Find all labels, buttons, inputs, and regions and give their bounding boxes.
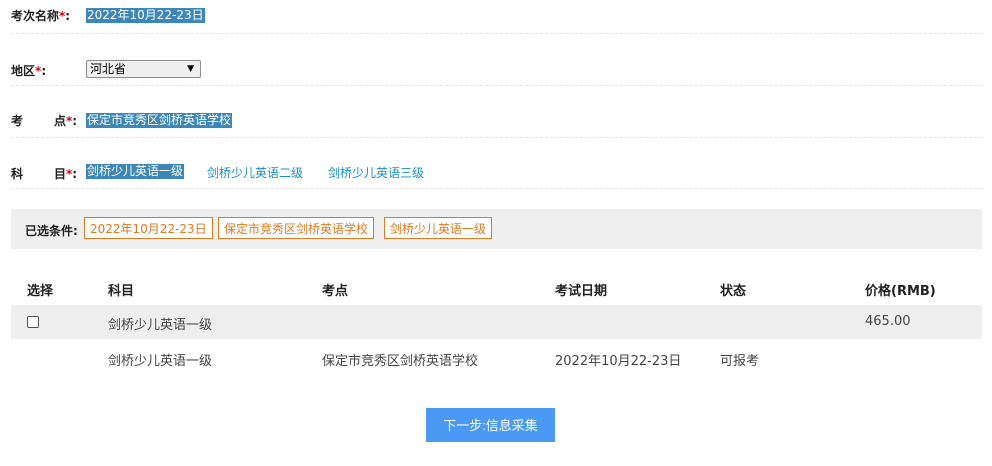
chevron-down-icon: ▼ bbox=[187, 64, 194, 74]
subject-option-3[interactable]: 剑桥少儿英语三级 bbox=[328, 164, 424, 181]
subject-option-2[interactable]: 剑桥少儿英语二级 bbox=[207, 164, 303, 181]
row-site: 保定市竞秀区剑桥英语学校 bbox=[322, 354, 479, 369]
region-label-b: 区 bbox=[23, 64, 36, 78]
row-subject: 剑桥少儿英语一级 bbox=[108, 354, 213, 369]
next-step-button[interactable]: 下一步:信息采集 bbox=[426, 408, 555, 442]
col-header-price: 价格(RMB) bbox=[865, 284, 936, 299]
subject-row: 科目*: bbox=[11, 137, 982, 189]
selected-conditions-label: 已选条件: bbox=[25, 224, 78, 238]
site-label: 考点*: bbox=[11, 112, 81, 129]
subject-label-b: 目 bbox=[54, 167, 67, 181]
row-status: 可报考 bbox=[720, 354, 760, 369]
selected-conditions-bar: 已选条件: 2022年10月22-23日 保定市竞秀区剑桥英语学校 剑桥少儿英语… bbox=[11, 209, 982, 249]
col-header-date: 考试日期 bbox=[555, 284, 608, 299]
group-row-subject: 剑桥少儿英语一级 bbox=[108, 318, 213, 333]
row-date: 2022年10月22-23日 bbox=[555, 354, 682, 369]
condition-tag-date[interactable]: 2022年10月22-23日 bbox=[84, 217, 213, 239]
condition-tag-site[interactable]: 保定市竞秀区剑桥英语学校 bbox=[218, 217, 375, 239]
subject-label: 科目*: bbox=[11, 165, 81, 182]
region-label-a: 地 bbox=[11, 64, 24, 78]
subject-label-a: 科 bbox=[11, 167, 24, 181]
exam-name-label: 考次名称*: bbox=[11, 7, 81, 24]
label-colon: : bbox=[65, 9, 71, 23]
col-header-select: 选择 bbox=[27, 284, 54, 299]
site-label-b: 点 bbox=[54, 114, 67, 128]
group-row-price: 465.00 bbox=[865, 314, 911, 329]
label-colon: : bbox=[72, 167, 78, 181]
region-label: 地区*: bbox=[11, 62, 81, 79]
label-colon: : bbox=[72, 114, 78, 128]
site-label-a: 考 bbox=[11, 114, 24, 128]
exam-name-value[interactable]: 2022年10月22-23日 bbox=[86, 8, 205, 23]
exam-name-label-text: 考次名称 bbox=[11, 9, 60, 23]
site-value[interactable]: 保定市竞秀区剑桥英语学校 bbox=[86, 113, 233, 128]
site-row: 考点*: bbox=[11, 85, 982, 138]
col-header-subject: 科目 bbox=[108, 284, 135, 299]
region-select[interactable]: 河北省 ▼ bbox=[86, 60, 201, 78]
col-header-site: 考点 bbox=[322, 284, 349, 299]
label-colon: : bbox=[41, 64, 47, 78]
condition-tag-subject[interactable]: 剑桥少儿英语一级 bbox=[384, 217, 493, 239]
subject-option-1[interactable]: 剑桥少儿英语一级 bbox=[86, 164, 185, 179]
region-select-value: 河北省 bbox=[90, 62, 127, 76]
col-header-status: 状态 bbox=[720, 284, 747, 299]
select-checkbox[interactable] bbox=[27, 316, 39, 328]
